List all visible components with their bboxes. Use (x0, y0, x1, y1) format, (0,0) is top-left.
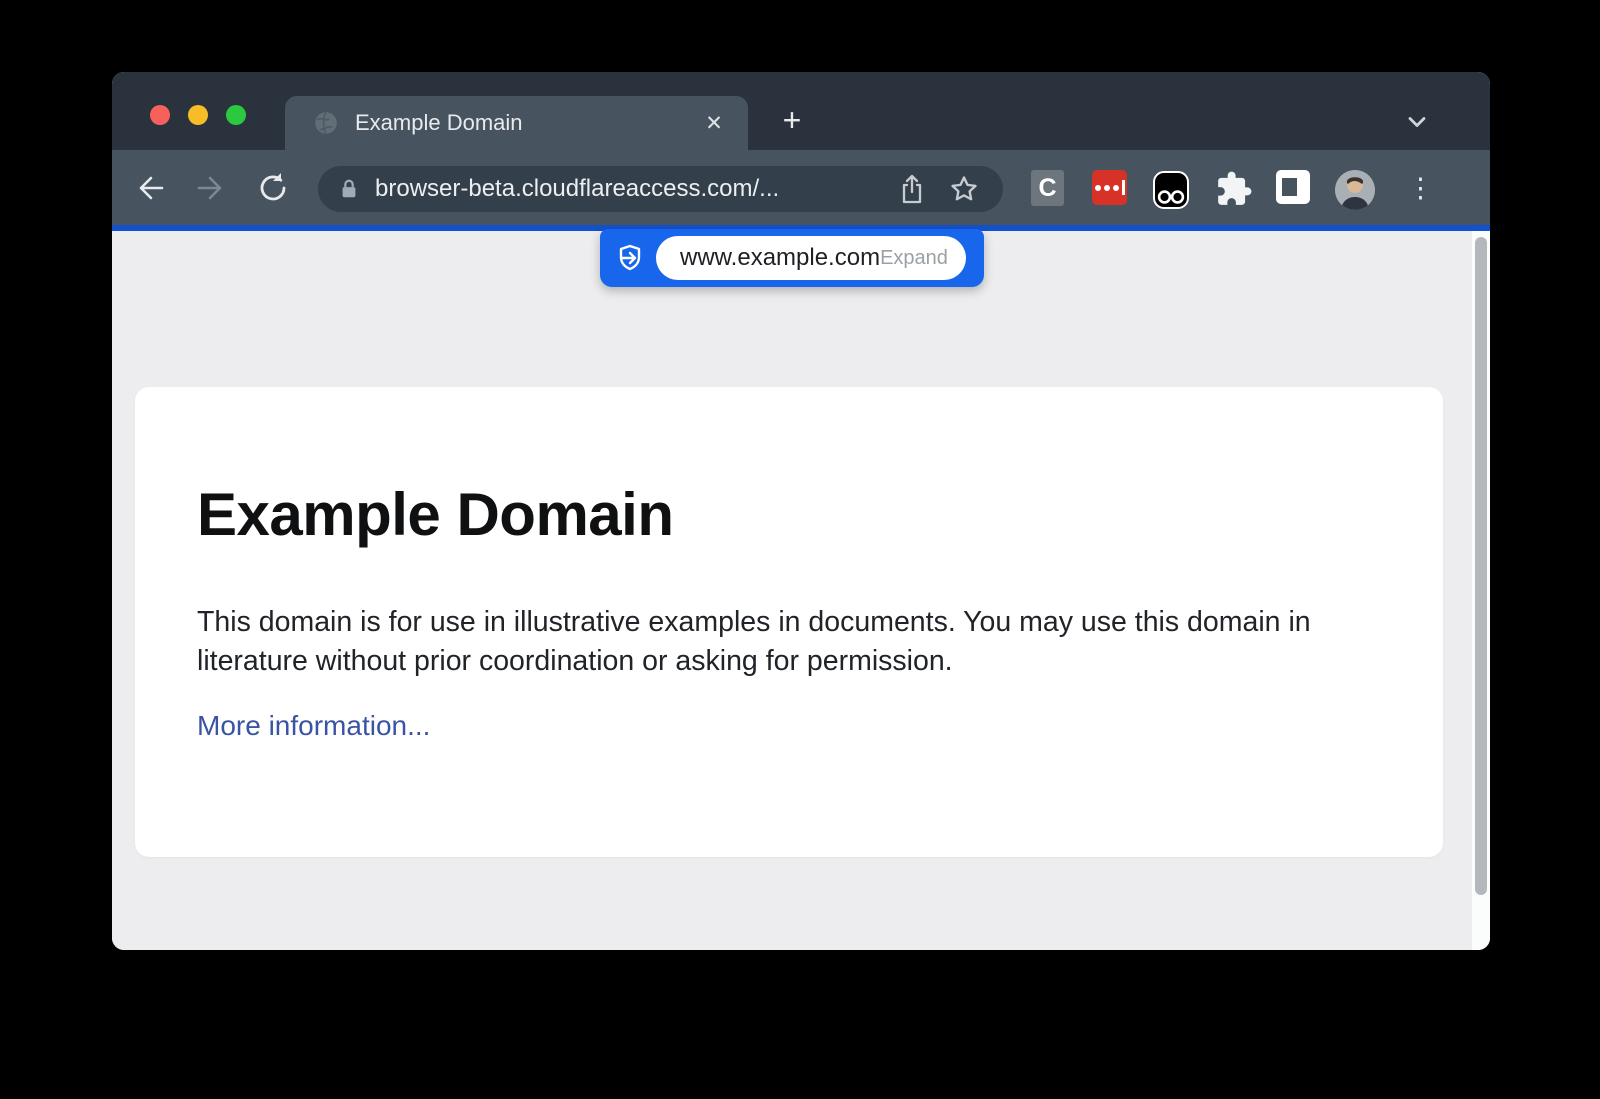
page-paragraph: This domain is for use in illustrative e… (197, 603, 1347, 681)
browser-menu-kebab-icon[interactable]: ⋮ (1407, 170, 1427, 206)
url-text: browser-beta.cloudflareaccess.com/... (375, 175, 899, 203)
forward-icon[interactable] (194, 171, 228, 205)
tab-title: Example Domain (355, 110, 700, 136)
binoculars-extension-icon[interactable] (1152, 170, 1190, 210)
bookmark-star-icon[interactable] (949, 174, 979, 204)
side-panel-extension-icon[interactable] (1276, 170, 1310, 204)
back-icon[interactable] (133, 171, 167, 205)
window-close-button[interactable] (150, 105, 170, 125)
window-minimize-button[interactable] (188, 105, 208, 125)
page-title: Example Domain (197, 482, 1443, 548)
globe-favicon-icon (313, 110, 339, 136)
share-icon[interactable] (899, 174, 925, 204)
content-card: Example Domain This domain is for use in… (135, 387, 1443, 857)
more-information-link[interactable]: More information... (197, 710, 430, 742)
browser-toolbar: browser-beta.cloudflareaccess.com/... C (112, 150, 1490, 225)
tab-strip: Example Domain ✕ + (112, 72, 1490, 150)
lastpass-extension-icon[interactable] (1092, 170, 1127, 205)
scrollbar-thumb[interactable] (1475, 237, 1487, 895)
scrollbar-track[interactable] (1472, 231, 1490, 950)
active-tab[interactable]: Example Domain ✕ (285, 96, 748, 150)
reload-icon[interactable] (256, 171, 290, 205)
page-viewport: www.example.com Expand Example Domain Th… (112, 231, 1490, 950)
new-tab-button[interactable]: + (775, 105, 809, 139)
isolation-domain-field[interactable]: www.example.com Expand (656, 236, 966, 280)
isolation-domain-text: www.example.com (680, 244, 880, 272)
address-bar[interactable]: browser-beta.cloudflareaccess.com/... (318, 166, 1003, 212)
profile-avatar[interactable] (1335, 170, 1375, 210)
tab-search-chevron-down-icon[interactable] (1403, 108, 1431, 136)
browser-window: Example Domain ✕ + browser-beta.cloudfla… (112, 72, 1490, 950)
extensions-puzzle-icon[interactable] (1215, 170, 1253, 208)
isolation-expand-button[interactable]: Expand (880, 247, 948, 270)
lock-icon (338, 178, 360, 200)
window-zoom-button[interactable] (226, 105, 246, 125)
tab-close-icon[interactable]: ✕ (700, 109, 728, 137)
isolation-domain-pill[interactable]: www.example.com Expand (600, 229, 984, 287)
shield-arrow-icon (614, 242, 646, 274)
c-extension-icon[interactable]: C (1031, 170, 1064, 206)
